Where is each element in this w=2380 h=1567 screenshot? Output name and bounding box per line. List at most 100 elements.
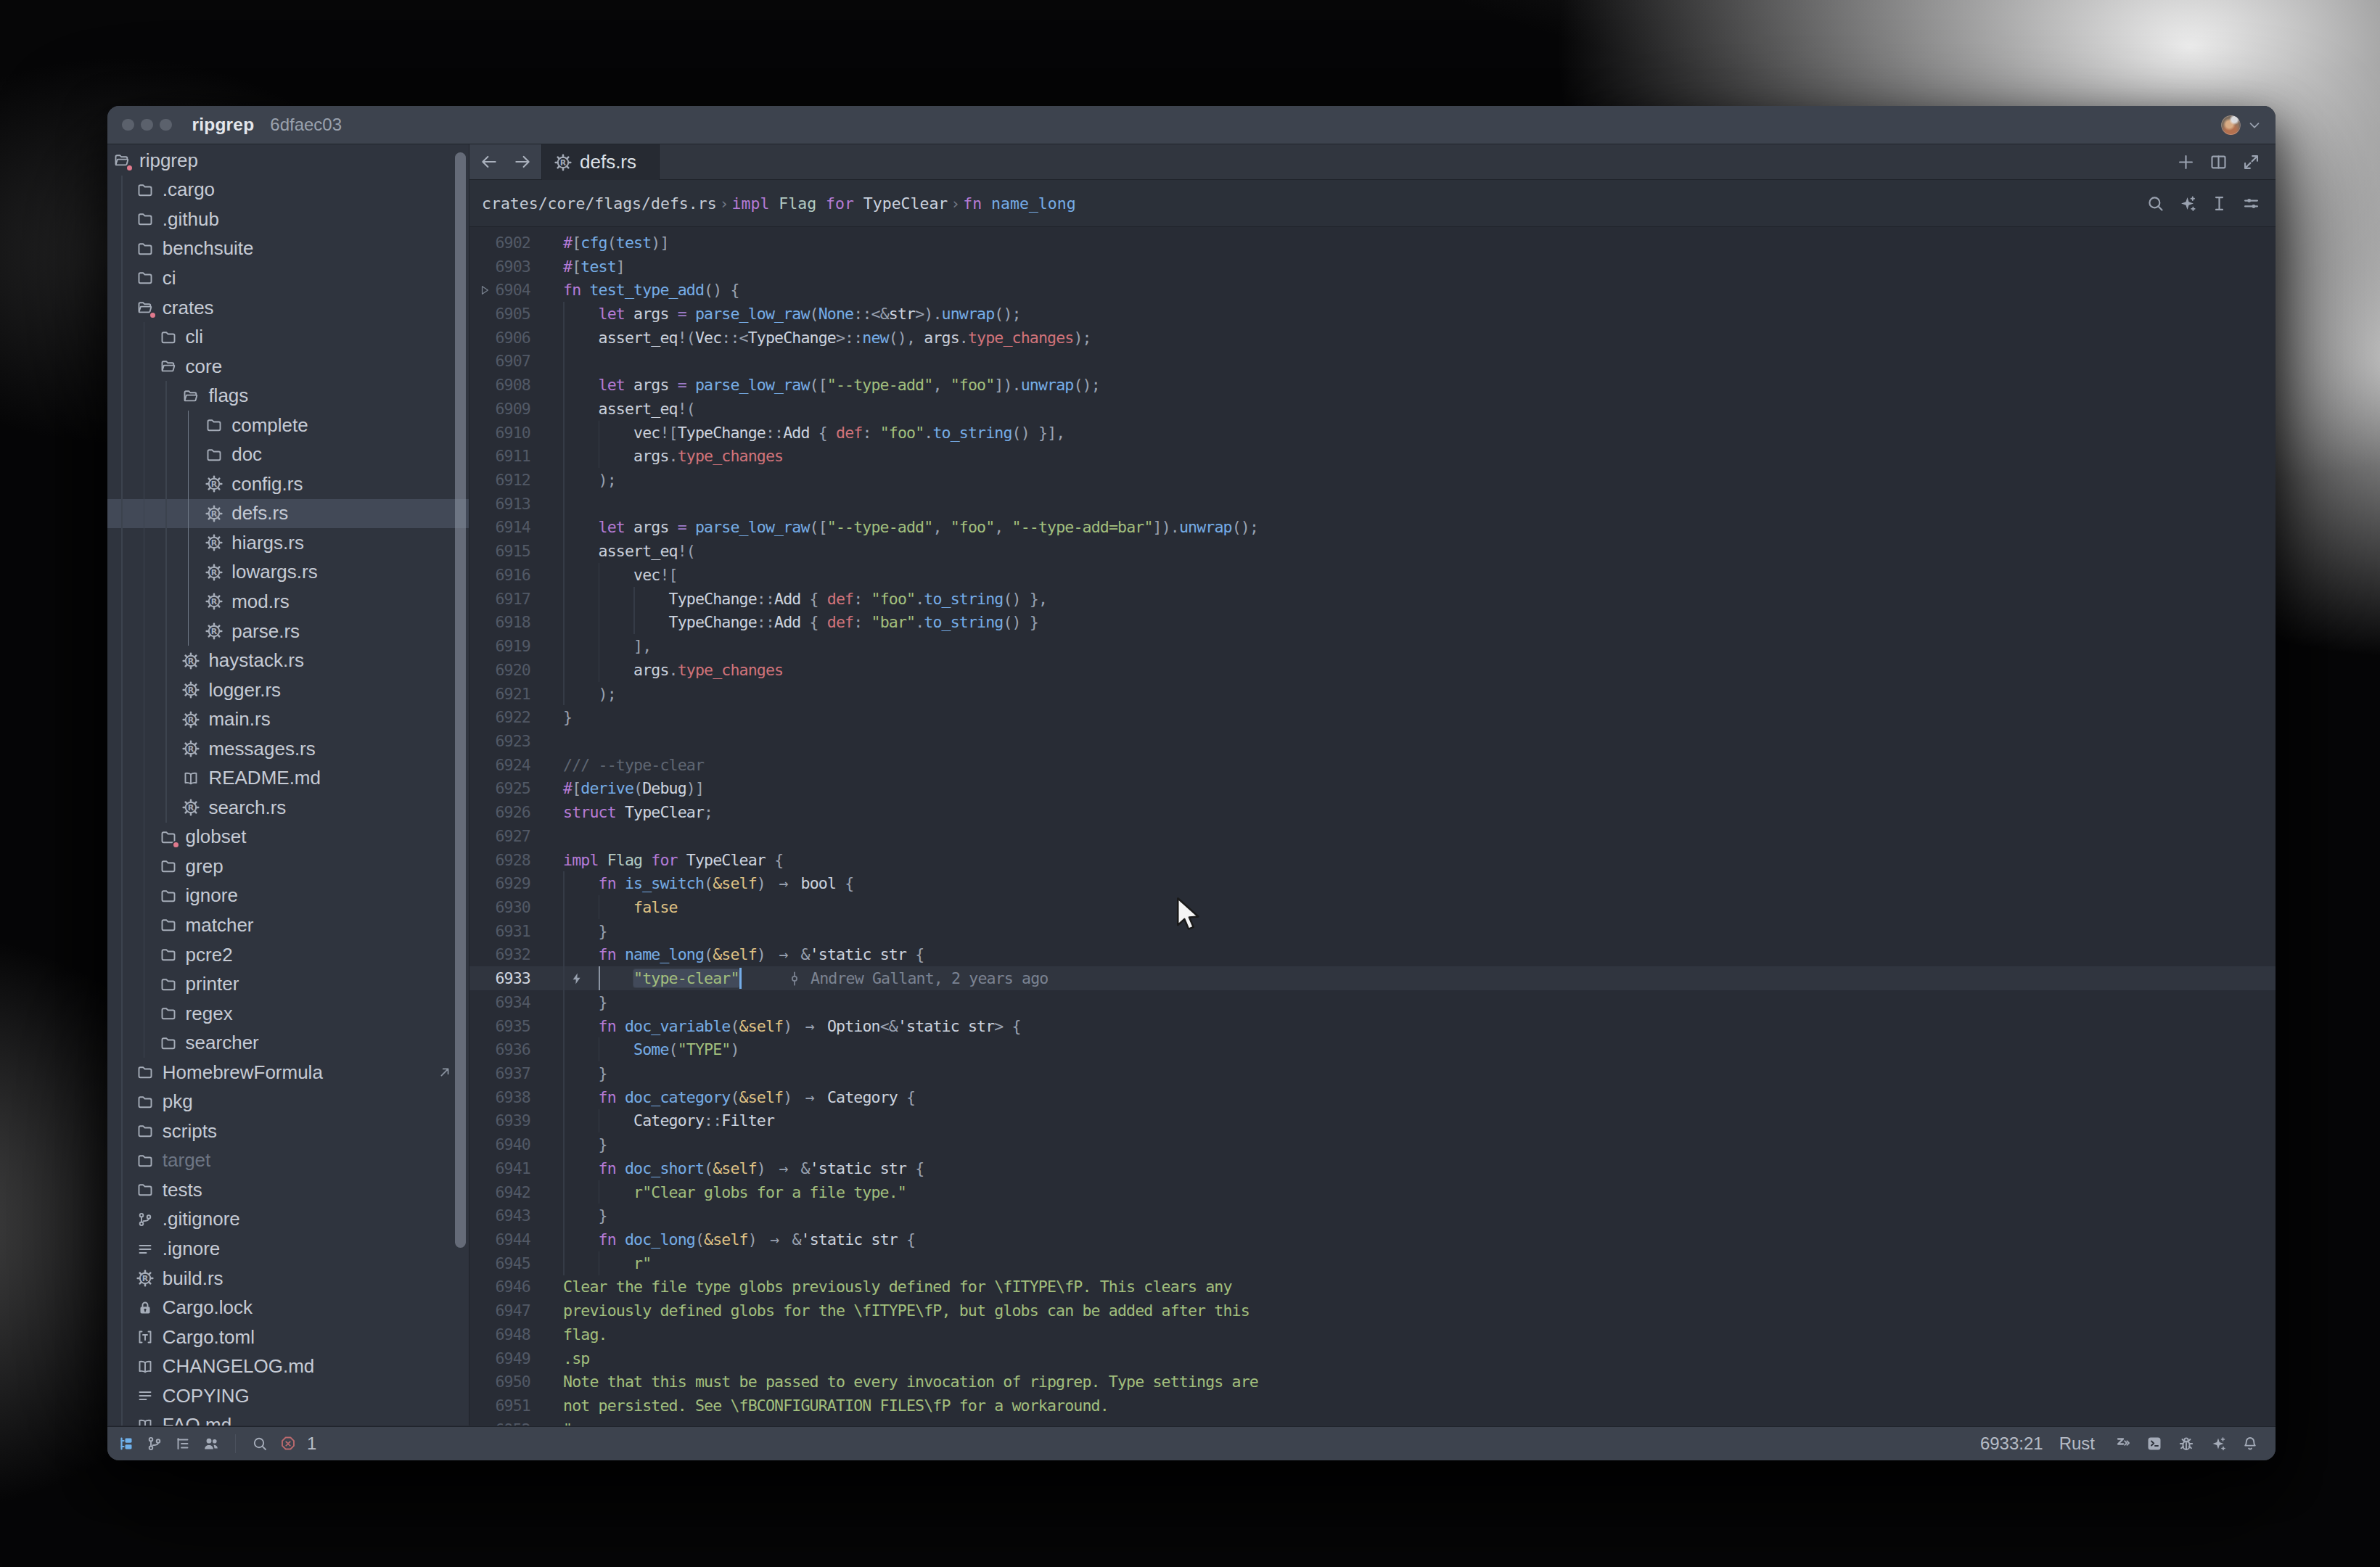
code-line-6950[interactable]: 6950Note that this must be passed to eve… [469, 1370, 2276, 1394]
edit-prediction-button[interactable] [2111, 1432, 2134, 1455]
code-line-6903[interactable]: 6903#[test] [469, 255, 2276, 279]
code-line-6913[interactable]: 6913 [469, 492, 2276, 516]
code-line-6935[interactable]: 6935 fn doc_variable(&self) → Option<&'s… [469, 1014, 2276, 1038]
code-line-6905[interactable]: 6905 let args = parse_low_raw(None::<&st… [469, 302, 2276, 326]
code-line-6951[interactable]: 6951not persisted. See \fBCONFIGURATION … [469, 1394, 2276, 1418]
sidebar-item-doc[interactable]: doc [107, 440, 469, 469]
buffer-search-button[interactable] [2144, 192, 2166, 214]
code-line-6909[interactable]: 6909 assert_eq!( [469, 397, 2276, 421]
sidebar-item-pkg[interactable]: pkg [107, 1087, 469, 1117]
code-line-6931[interactable]: 6931 } [469, 919, 2276, 943]
code-line-6937[interactable]: 6937 } [469, 1061, 2276, 1085]
code-line-6920[interactable]: 6920 args.type_changes [469, 658, 2276, 682]
code-line-6929[interactable]: 6929 fn is_switch(&self) → bool { [469, 871, 2276, 895]
sidebar-item-hiargs-rs[interactable]: Rhiargs.rs [107, 528, 469, 558]
code-line-6914[interactable]: 6914 let args = parse_low_raw(["--type-a… [469, 516, 2276, 540]
sidebar-item-build-rs[interactable]: Rbuild.rs [107, 1264, 469, 1294]
sidebar-item-changelog-md[interactable]: CHANGELOG.md [107, 1352, 469, 1381]
sidebar-item-main-rs[interactable]: Rmain.rs [107, 704, 469, 734]
project-name[interactable]: ripgrep [192, 115, 255, 135]
code-line-6919[interactable]: 6919 ], [469, 634, 2276, 658]
sidebar-item--cargo[interactable]: .cargo [107, 176, 469, 205]
minimize-button[interactable] [141, 119, 153, 131]
code-line-6938[interactable]: 6938 fn doc_category(&self) → Category { [469, 1085, 2276, 1109]
code-line-6927[interactable]: 6927 [469, 824, 2276, 848]
nav-forward-button[interactable] [512, 152, 533, 172]
sidebar-item-flags[interactable]: flags [107, 381, 469, 411]
code-line-6910[interactable]: 6910 vec![TypeChange::Add { def: "foo".t… [469, 421, 2276, 445]
edit-menu-button[interactable] [2208, 192, 2230, 214]
sidebar-item-complete[interactable]: complete [107, 411, 469, 440]
code-line-6934[interactable]: 6934 } [469, 990, 2276, 1014]
code-line-6926[interactable]: 6926struct TypeClear; [469, 800, 2276, 824]
debugger-button[interactable] [2175, 1432, 2198, 1455]
code-line-6912[interactable]: 6912 ); [469, 468, 2276, 492]
outline-panel-toggle[interactable] [171, 1432, 194, 1455]
sidebar-item-ci[interactable]: ci [107, 263, 469, 293]
sidebar-item-config-rs[interactable]: Rconfig.rs [107, 469, 469, 499]
sidebar-item-pcre2[interactable]: pcre2 [107, 940, 469, 970]
collab-panel-toggle[interactable] [200, 1432, 223, 1455]
chevron-down-icon[interactable] [2246, 115, 2262, 136]
code-line-6916[interactable]: 6916 vec![ [469, 563, 2276, 587]
sidebar-item-parse-rs[interactable]: Rparse.rs [107, 617, 469, 646]
code-line-6946[interactable]: 6946Clear the file type globs previously… [469, 1275, 2276, 1299]
cursor-position[interactable]: 6933:21 [1980, 1434, 2043, 1454]
code-line-6904[interactable]: 6904fn test_type_add() { [469, 278, 2276, 302]
code-line-6949[interactable]: 6949.sp [469, 1346, 2276, 1370]
sidebar-item-readme-md[interactable]: README.md [107, 763, 469, 793]
sidebar-item-searcher[interactable]: searcher [107, 1028, 469, 1058]
sidebar-item-defs-rs[interactable]: Rdefs.rs [107, 499, 469, 529]
zoom-pane-button[interactable] [2240, 151, 2262, 173]
sidebar-item-printer[interactable]: printer [107, 969, 469, 999]
sidebar-item--gitignore[interactable]: .gitignore [107, 1205, 469, 1235]
editor-controls-button[interactable] [2240, 192, 2262, 214]
sidebar-item-cargo-toml[interactable]: Cargo.toml [107, 1323, 469, 1352]
sidebar-item-matcher[interactable]: matcher [107, 910, 469, 940]
code-line-6942[interactable]: 6942 r"Clear globs for a file type." [469, 1180, 2276, 1204]
sidebar-item-faq-md[interactable]: FAQ.md [107, 1411, 469, 1426]
code-line-6906[interactable]: 6906 assert_eq!(Vec::<TypeChange>::new()… [469, 326, 2276, 350]
terminal-toggle[interactable] [2143, 1432, 2166, 1455]
code-line-6945[interactable]: 6945 r" [469, 1251, 2276, 1275]
sidebar-item-messages-rs[interactable]: Rmessages.rs [107, 734, 469, 764]
sidebar-item-tests[interactable]: tests [107, 1175, 469, 1205]
diagnostics-indicator[interactable]: 1 [276, 1432, 316, 1455]
code-line-6923[interactable]: 6923 [469, 729, 2276, 753]
nav-back-button[interactable] [479, 152, 499, 172]
code-line-6907[interactable]: 6907 [469, 350, 2276, 374]
sidebar-item-target[interactable]: target [107, 1146, 469, 1176]
code-line-6908[interactable]: 6908 let args = parse_low_raw(["--type-a… [469, 373, 2276, 397]
code-line-6944[interactable]: 6944 fn doc_long(&self) → &'static str { [469, 1227, 2276, 1251]
code-line-6940[interactable]: 6940 } [469, 1132, 2276, 1156]
code-line-6924[interactable]: 6924/// --type-clear [469, 753, 2276, 777]
sidebar-item-cargo-lock[interactable]: Cargo.lock [107, 1293, 469, 1323]
sidebar-item-haystack-rs[interactable]: Rhaystack.rs [107, 646, 469, 675]
runnable-indicator-icon[interactable] [479, 284, 491, 296]
code-line-6939[interactable]: 6939 Category::Filter [469, 1109, 2276, 1133]
code-action-lightning-icon[interactable] [570, 971, 584, 986]
sidebar-item-core[interactable]: core [107, 352, 469, 382]
sidebar-item-benchsuite[interactable]: benchsuite [107, 234, 469, 264]
sidebar-item-homebrewformula[interactable]: HomebrewFormula [107, 1058, 469, 1087]
code-line-6921[interactable]: 6921 ); [469, 682, 2276, 706]
notifications-button[interactable] [2239, 1432, 2262, 1455]
sidebar-item-grep[interactable]: grep [107, 852, 469, 881]
sidebar-item-scripts[interactable]: scripts [107, 1116, 469, 1146]
sidebar-item-ignore[interactable]: ignore [107, 881, 469, 911]
close-button[interactable] [122, 119, 134, 131]
code-line-6941[interactable]: 6941 fn doc_short(&self) → &'static str … [469, 1156, 2276, 1180]
code-line-6918[interactable]: 6918 TypeChange::Add { def: "bar".to_str… [469, 611, 2276, 635]
breadcrumb[interactable]: crates/core/flags/defs.rs›impl Flag for … [482, 194, 1076, 213]
code-line-6911[interactable]: 6911 args.type_changes [469, 444, 2276, 468]
code-line-6928[interactable]: 6928impl Flag for TypeClear { [469, 848, 2276, 872]
code-line-6933[interactable]: 6933 "type-clear"Andrew Gallant, 2 years… [469, 966, 2276, 990]
assistant-button[interactable] [2207, 1432, 2230, 1455]
language-mode[interactable]: Rust [2059, 1434, 2095, 1454]
sidebar-item--ignore[interactable]: .ignore [107, 1234, 469, 1264]
code-line-6917[interactable]: 6917 TypeChange::Add { def: "foo".to_str… [469, 587, 2276, 611]
sidebar-item-copying[interactable]: COPYING [107, 1381, 469, 1411]
code-line-6936[interactable]: 6936 Some("TYPE") [469, 1037, 2276, 1061]
sidebar-item-crates[interactable]: crates [107, 293, 469, 323]
code-line-6925[interactable]: 6925#[derive(Debug)] [469, 777, 2276, 801]
